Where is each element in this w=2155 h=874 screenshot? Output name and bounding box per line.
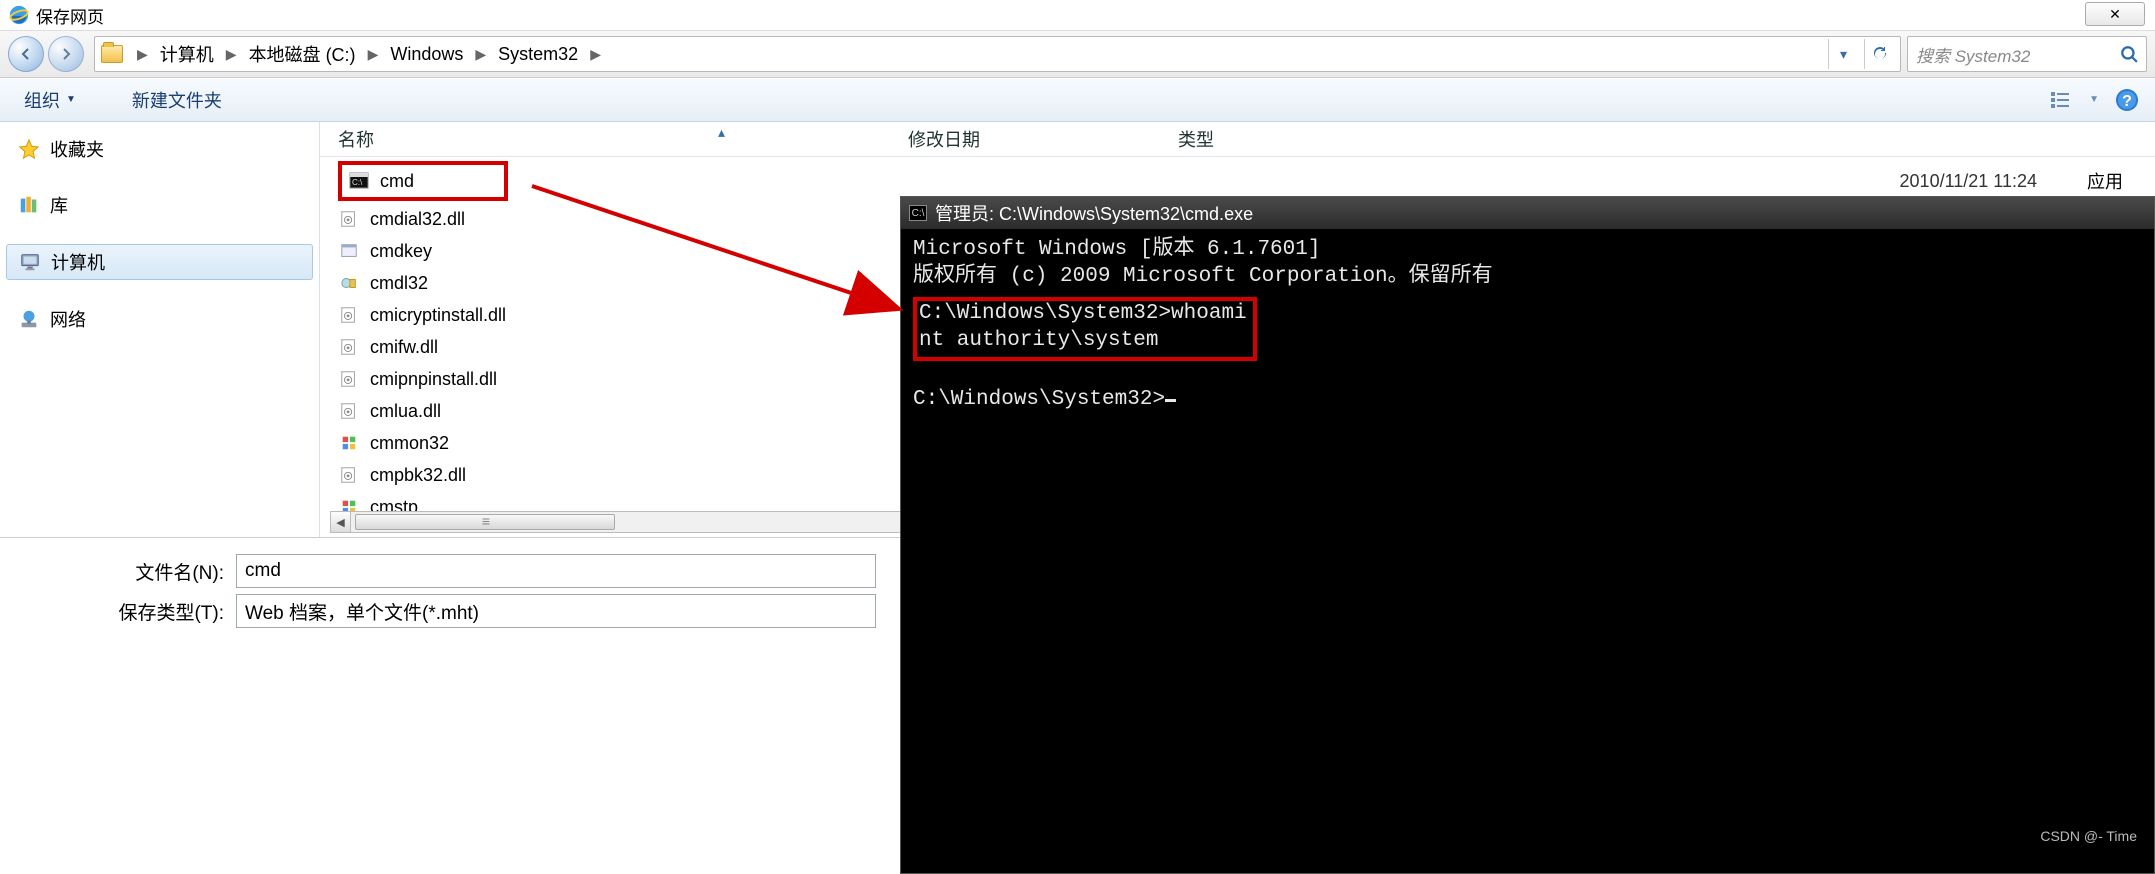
dll-icon (338, 464, 360, 486)
computer-icon (19, 251, 41, 273)
cursor-icon (1165, 399, 1176, 402)
column-type[interactable]: 类型 (1178, 126, 1214, 152)
breadcrumb-item[interactable]: System32 (494, 42, 582, 67)
toolbar: 组织▼ 新建文件夹 ▼ ? (0, 78, 2155, 122)
chevron-right-icon: ▶ (584, 46, 607, 63)
dll-icon (338, 208, 360, 230)
search-placeholder: 搜索 System32 (1916, 42, 2030, 67)
watermark: CSDN @- Time (2040, 828, 2137, 844)
exe-icon: C:\ (348, 170, 370, 192)
exe-icon (338, 272, 360, 294)
scroll-left-button[interactable]: ◀ (331, 512, 351, 532)
cmd-highlight-box: C:\Windows\System32>whoami nt authority\… (913, 297, 1257, 361)
scroll-thumb[interactable] (355, 514, 615, 530)
network-icon (18, 308, 40, 330)
help-button[interactable]: ? (2115, 88, 2139, 112)
filename-input[interactable]: cmd (236, 554, 876, 588)
exe-icon (338, 496, 360, 511)
filename-label: 文件名(N): (16, 558, 236, 585)
chevron-right-icon: ▶ (220, 46, 243, 63)
close-button[interactable]: ✕ (2085, 2, 2145, 26)
svg-text:?: ? (2122, 93, 2132, 110)
libraries-icon (18, 194, 40, 216)
cmd-window: C:\ 管理员: C:\Windows\System32\cmd.exe Mic… (900, 196, 2155, 874)
search-icon (2120, 45, 2138, 63)
savetype-label: 保存类型(T): (16, 598, 236, 625)
new-folder-button[interactable]: 新建文件夹 (124, 83, 230, 117)
cmd-title-bar[interactable]: C:\ 管理员: C:\Windows\System32\cmd.exe (901, 197, 2154, 229)
exe-icon (338, 432, 360, 454)
exe-icon (338, 240, 360, 262)
cmd-title-text: 管理员: C:\Windows\System32\cmd.exe (935, 200, 1253, 226)
sidebar-libraries[interactable]: 库 (0, 186, 319, 224)
column-date[interactable]: 修改日期 (908, 126, 1178, 152)
forward-button[interactable] (48, 36, 84, 72)
view-options-button[interactable] (2049, 88, 2073, 112)
window-title: 保存网页 (36, 3, 104, 28)
breadcrumb-item[interactable]: 计算机 (156, 39, 218, 69)
svg-text:C:\: C:\ (352, 178, 363, 187)
sidebar-network[interactable]: 网络 (0, 300, 319, 338)
chevron-right-icon: ▶ (131, 46, 154, 63)
dll-icon (338, 304, 360, 326)
sidebar: 收藏夹 库 计算机 网络 (0, 122, 320, 537)
dll-icon (338, 368, 360, 390)
back-button[interactable] (8, 36, 44, 72)
dll-icon (338, 336, 360, 358)
chevron-right-icon: ▶ (362, 46, 385, 63)
star-icon (18, 138, 40, 160)
breadcrumb-item[interactable]: Windows (386, 42, 467, 67)
cmd-icon: C:\ (909, 205, 927, 221)
title-bar: 保存网页 ✕ (0, 0, 2155, 30)
nav-bar: ▶ 计算机 ▶ 本地磁盘 (C:) ▶ Windows ▶ System32 ▶… (0, 30, 2155, 78)
close-icon: ✕ (2109, 6, 2121, 23)
column-name[interactable]: 名称 (338, 126, 908, 152)
breadcrumb: ▶ 计算机 ▶ 本地磁盘 (C:) ▶ Windows ▶ System32 ▶ (131, 39, 607, 69)
dll-icon (338, 400, 360, 422)
organize-menu[interactable]: 组织▼ (16, 83, 84, 117)
savetype-select[interactable]: Web 档案，单个文件(*.mht) (236, 594, 876, 628)
breadcrumb-item[interactable]: 本地磁盘 (C:) (245, 39, 360, 69)
search-input[interactable]: 搜索 System32 (1907, 36, 2147, 72)
cmd-output: Microsoft Windows [版本 6.1.7601] 版权所有 (c)… (901, 229, 2154, 422)
refresh-button[interactable] (1864, 39, 1894, 69)
chevron-right-icon: ▶ (469, 46, 492, 63)
address-bar[interactable]: ▶ 计算机 ▶ 本地磁盘 (C:) ▶ Windows ▶ System32 ▶… (94, 36, 1901, 72)
sidebar-computer[interactable]: 计算机 (6, 244, 313, 280)
folder-icon (101, 45, 123, 63)
ie-icon (8, 4, 30, 26)
address-dropdown[interactable]: ▾ (1828, 39, 1858, 69)
chevron-down-icon[interactable]: ▼ (2089, 94, 2099, 105)
sidebar-favorites[interactable]: 收藏夹 (0, 130, 319, 168)
column-headers[interactable]: 名称 修改日期 类型 (320, 122, 2155, 157)
